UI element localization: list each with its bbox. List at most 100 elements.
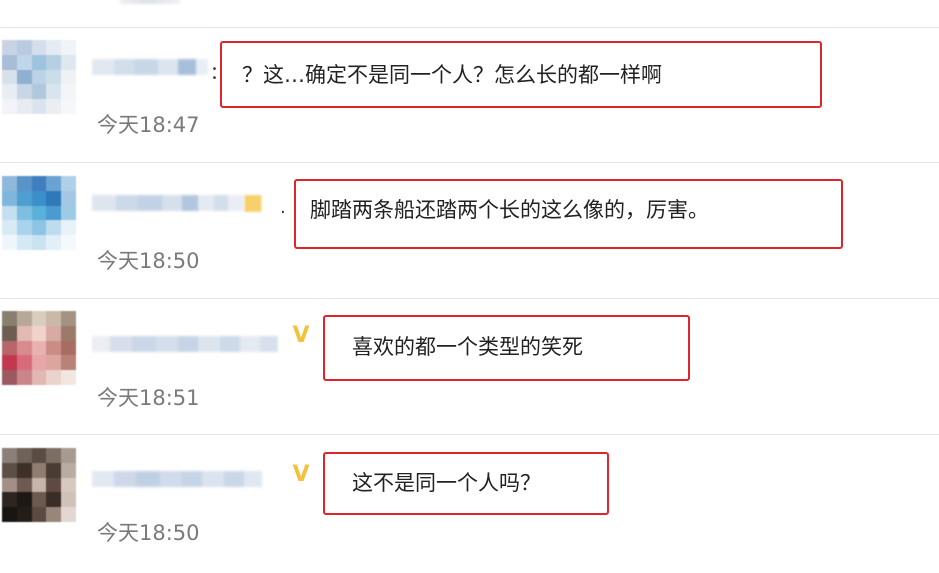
avatar-pixel xyxy=(46,190,62,206)
avatar-pixel xyxy=(46,325,62,341)
avatar-pixel xyxy=(16,84,32,100)
vip-badge-icon: V xyxy=(292,462,310,487)
avatar-pixel xyxy=(61,54,76,70)
avatar-pixel xyxy=(16,235,32,250)
avatar-pixel xyxy=(16,99,32,114)
avatar-pixel xyxy=(61,69,76,85)
avatar[interactable] xyxy=(2,311,76,385)
avatar-pixel xyxy=(2,220,17,236)
avatar-pixel xyxy=(46,176,62,191)
avatar-pixel xyxy=(61,311,76,326)
comment-time[interactable]: 今天18:47 xyxy=(97,112,200,138)
avatar-pixel xyxy=(31,492,47,508)
avatar-pixel xyxy=(31,69,47,85)
avatar-pixel xyxy=(61,84,76,100)
avatar-pixel xyxy=(61,235,76,250)
avatar-pixel xyxy=(2,340,17,356)
avatar[interactable] xyxy=(2,448,76,522)
avatar-pixel xyxy=(61,325,76,341)
comment-item: V 这不是同一个人吗？ 今天18:50 xyxy=(0,448,939,568)
avatar-pixel xyxy=(2,99,17,114)
avatar-pixel xyxy=(16,220,32,236)
avatar-pixel xyxy=(2,205,17,221)
avatar-pixel xyxy=(16,325,32,341)
avatar-pixel xyxy=(31,176,47,191)
username[interactable] xyxy=(92,335,278,353)
avatar-pixel xyxy=(2,176,17,191)
avatar-pixel xyxy=(31,462,47,478)
avatar-pixel xyxy=(46,477,62,493)
avatar-pixel xyxy=(31,190,47,206)
username[interactable] xyxy=(92,194,244,212)
avatar-pixel xyxy=(16,370,32,385)
comment-separator: . xyxy=(280,197,286,218)
avatar-pixel xyxy=(2,235,17,250)
avatar-pixel xyxy=(46,235,62,250)
comment-item: ： ？这…确定不是同一个人？怎么长的都一样啊 今天18:47 xyxy=(0,40,939,165)
avatar-pixel xyxy=(61,462,76,478)
avatar-pixel xyxy=(2,507,17,522)
username[interactable] xyxy=(92,470,262,488)
avatar-pixel xyxy=(2,69,17,85)
avatar-pixel xyxy=(31,355,47,371)
avatar-pixel xyxy=(16,477,32,493)
avatar-pixel xyxy=(31,40,47,55)
avatar-pixel xyxy=(46,311,62,326)
avatar-pixel xyxy=(16,205,32,221)
avatar-pixel xyxy=(61,448,76,463)
divider xyxy=(0,434,939,435)
avatar-pixel xyxy=(61,40,76,55)
avatar-pixel xyxy=(16,311,32,326)
avatar-pixel xyxy=(2,311,17,326)
avatar-pixel xyxy=(61,370,76,385)
avatar-pixel xyxy=(16,355,32,371)
avatar-pixel xyxy=(2,462,17,478)
avatar-pixel xyxy=(16,448,32,463)
divider xyxy=(0,162,939,163)
avatar-pixel xyxy=(31,448,47,463)
avatar-pixel xyxy=(31,340,47,356)
avatar-pixel xyxy=(31,477,47,493)
avatar-pixel xyxy=(16,462,32,478)
avatar-pixel xyxy=(46,340,62,356)
avatar-pixel xyxy=(16,176,32,191)
avatar-pixel xyxy=(16,40,32,55)
avatar-pixel xyxy=(46,40,62,55)
avatar-pixel xyxy=(61,492,76,508)
avatar-pixel xyxy=(31,311,47,326)
avatar-pixel xyxy=(46,507,62,522)
avatar-pixel xyxy=(2,370,17,385)
avatar-pixel xyxy=(16,507,32,522)
avatar-pixel xyxy=(2,325,17,341)
comment-text: 喜欢的都一个类型的笑死 xyxy=(352,335,583,359)
avatar-pixel xyxy=(2,190,17,206)
comment-time[interactable]: 今天18:51 xyxy=(97,385,200,411)
avatar-pixel xyxy=(31,84,47,100)
avatar-pixel xyxy=(31,205,47,221)
comment-time[interactable]: 今天18:50 xyxy=(97,520,200,546)
avatar-pixel xyxy=(61,99,76,114)
avatar[interactable] xyxy=(2,40,76,114)
avatar-pixel xyxy=(46,448,62,463)
avatar-pixel xyxy=(31,507,47,522)
avatar-pixel xyxy=(46,99,62,114)
avatar-pixel xyxy=(46,370,62,385)
comment-text: 这不是同一个人吗？ xyxy=(352,471,541,495)
avatar-pixel xyxy=(46,205,62,221)
avatar-pixel xyxy=(16,492,32,508)
avatar-pixel xyxy=(61,176,76,191)
avatar-pixel xyxy=(31,325,47,341)
comment-time[interactable]: 今天18:50 xyxy=(97,248,200,274)
avatar-pixel xyxy=(31,220,47,236)
avatar-pixel xyxy=(46,462,62,478)
avatar-pixel xyxy=(31,54,47,70)
divider xyxy=(0,27,939,28)
avatar-pixel xyxy=(46,220,62,236)
avatar-pixel xyxy=(61,190,76,206)
avatar[interactable] xyxy=(2,176,76,250)
username[interactable] xyxy=(92,58,208,76)
avatar-pixel xyxy=(46,492,62,508)
comment-item: V 喜欢的都一个类型的笑死 今天18:51 xyxy=(0,311,939,436)
avatar-pixel xyxy=(61,220,76,236)
avatar-pixel xyxy=(46,355,62,371)
